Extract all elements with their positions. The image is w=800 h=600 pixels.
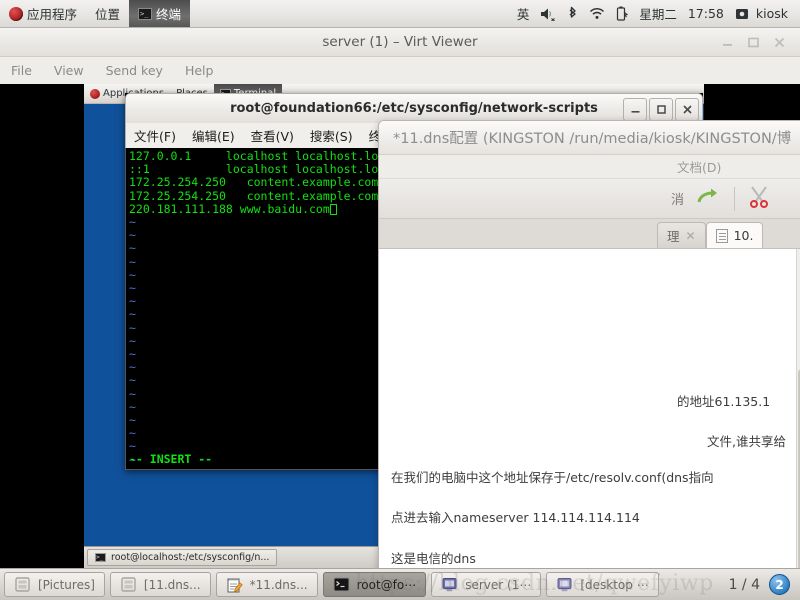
terminal-menu-file[interactable]: 文件(F) bbox=[126, 126, 184, 145]
taskbar-item-11dns-document[interactable]: *11.dns... bbox=[215, 572, 318, 597]
document-line: 在我们的电脑中这个地址保存于/etc/resolv.conf(dns指向 bbox=[391, 470, 714, 486]
taskbar-item-label: [Pictures] bbox=[38, 577, 95, 592]
window-list-item-terminal[interactable]: >_ 终端 bbox=[129, 0, 191, 27]
document-toolbar: 消 bbox=[379, 179, 800, 219]
maximize-icon[interactable] bbox=[649, 97, 673, 121]
page-icon bbox=[715, 228, 728, 243]
guest-taskbar-item[interactable]: >_ root@localhost:/etc/sysconfig/n... bbox=[87, 549, 278, 566]
taskbar-item-label: [11.dns... bbox=[143, 577, 201, 592]
clock-day-label[interactable]: 星期二 bbox=[639, 4, 677, 23]
document-titlebar[interactable]: *11.dns配置 (KINGSTON /run/media/kiosk/KIN… bbox=[379, 121, 800, 155]
document-menubar: 文档(D) bbox=[379, 155, 800, 179]
minimize-icon[interactable] bbox=[721, 36, 734, 49]
terminal-icon bbox=[333, 577, 350, 592]
window-list-item-label: 终端 bbox=[156, 7, 182, 22]
virt-viewer-title: server (1) – Virt Viewer bbox=[322, 34, 478, 50]
clock-time-label[interactable]: 17:58 bbox=[688, 6, 724, 21]
host-top-panel: 应用程序 位置 >_ 终端 英 星期二 17:58 kiosk bbox=[0, 0, 800, 28]
document-scrollbar[interactable] bbox=[796, 249, 800, 568]
vim-line-text: 220.181.111.188 www.baidu.com bbox=[129, 201, 330, 216]
wifi-icon[interactable] bbox=[589, 7, 605, 20]
user-menu[interactable]: kiosk bbox=[735, 6, 788, 21]
terminal-icon: >_ bbox=[138, 7, 153, 20]
guest-taskbar-item-label: root@localhost:/etc/sysconfig/n... bbox=[111, 552, 270, 563]
archive-icon bbox=[120, 577, 137, 592]
virt-viewer-menubar: File View Send key Help bbox=[0, 57, 800, 84]
toolbar-separator bbox=[734, 186, 736, 211]
terminal-titlebar[interactable]: root@foundation66:/etc/sysconfig/network… bbox=[125, 93, 703, 123]
document-tab-selected[interactable]: 10. bbox=[705, 222, 764, 248]
menu-view[interactable]: View bbox=[43, 63, 95, 78]
taskbar-item-label: server (1⋯ bbox=[465, 577, 532, 592]
maximize-icon[interactable] bbox=[747, 36, 760, 49]
bluetooth-icon[interactable] bbox=[567, 6, 578, 21]
workspace-badge[interactable]: 2 bbox=[769, 574, 790, 595]
applications-menu-label: 应用程序 bbox=[27, 7, 78, 22]
taskbar-item-11dns-archive[interactable]: [11.dns... bbox=[109, 572, 211, 597]
archive-icon bbox=[14, 577, 31, 592]
document-tabbar: 理 ✕ 10. bbox=[379, 219, 800, 249]
document-menu-document[interactable]: 文档(D) bbox=[669, 157, 729, 176]
vim-mode-indicator: -- INSERT -- bbox=[129, 451, 213, 466]
input-method-indicator[interactable]: 英 bbox=[517, 4, 530, 23]
close-icon[interactable] bbox=[675, 97, 699, 121]
taskbar-item-desktop[interactable]: [desktop ⋯ bbox=[546, 572, 659, 597]
document-tab-label: 理 bbox=[667, 229, 680, 244]
virt-viewer-window: server (1) – Virt Viewer File View Send … bbox=[0, 28, 800, 568]
applications-menu[interactable]: 应用程序 bbox=[0, 0, 86, 27]
document-content[interactable]: 的地址61.135.1 文件,谁共享给 在我们的电脑中这个地址保存于/etc/r… bbox=[379, 249, 800, 568]
document-line: 的地址61.135.1 bbox=[677, 394, 771, 409]
terminal-icon: >_ bbox=[95, 553, 106, 562]
fedora-logo-icon bbox=[90, 88, 100, 99]
menu-file[interactable]: File bbox=[0, 63, 43, 78]
menu-help[interactable]: Help bbox=[174, 63, 225, 78]
places-menu[interactable]: 位置 bbox=[86, 0, 129, 27]
notepad-icon bbox=[226, 577, 243, 593]
undo-label: 消 bbox=[671, 193, 685, 208]
cut-icon[interactable] bbox=[747, 185, 771, 212]
virt-viewer-window-controls bbox=[721, 28, 794, 57]
user-menu-label: kiosk bbox=[755, 6, 788, 21]
terminal-window-controls bbox=[623, 97, 699, 121]
taskbar-item-terminal[interactable]: root@fo⋯ bbox=[322, 572, 427, 597]
fedora-logo-icon bbox=[9, 6, 23, 21]
terminal-menu-edit[interactable]: 编辑(E) bbox=[184, 126, 243, 145]
close-icon[interactable] bbox=[773, 36, 786, 49]
document-line: 这是电信的dns bbox=[391, 550, 476, 566]
text-cursor bbox=[329, 203, 337, 215]
terminal-title: root@foundation66:/etc/sysconfig/network… bbox=[230, 101, 598, 116]
terminal-menu-search[interactable]: 搜索(S) bbox=[302, 126, 361, 145]
document-line: 点进去输入nameserver 114.114.114.114 bbox=[391, 510, 640, 526]
virt-viewer-titlebar[interactable]: server (1) – Virt Viewer bbox=[0, 28, 800, 57]
volume-muted-icon[interactable] bbox=[540, 7, 556, 21]
minimize-icon[interactable] bbox=[623, 97, 647, 121]
close-icon[interactable]: ✕ bbox=[686, 229, 696, 243]
document-editor-window: *11.dns配置 (KINGSTON /run/media/kiosk/KIN… bbox=[378, 120, 800, 568]
display-icon bbox=[556, 577, 573, 592]
taskbar-item-server[interactable]: server (1⋯ bbox=[431, 572, 542, 597]
document-tab-label: 10. bbox=[733, 228, 754, 243]
document-tab[interactable]: 理 ✕ bbox=[657, 222, 706, 248]
virt-viewer-guest-canvas[interactable]: Applications Places >_ Terminal root@fou… bbox=[0, 84, 800, 568]
pager-label[interactable]: 1 / 4 bbox=[729, 577, 760, 593]
places-menu-label: 位置 bbox=[95, 7, 121, 22]
taskbar-item-label: [desktop ⋯ bbox=[580, 577, 649, 592]
host-taskbar: [Pictures] [11.dns... *11.dns... root@fo… bbox=[0, 568, 800, 600]
taskbar-item-label: *11.dns... bbox=[249, 577, 308, 592]
panel-status-area: 英 星期二 17:58 kiosk bbox=[517, 4, 800, 23]
redo-icon[interactable] bbox=[696, 187, 722, 211]
taskbar-item-pictures[interactable]: [Pictures] bbox=[4, 572, 105, 597]
battery-icon[interactable] bbox=[616, 6, 629, 21]
menu-send-key[interactable]: Send key bbox=[95, 63, 174, 78]
terminal-menu-view[interactable]: 查看(V) bbox=[243, 126, 302, 145]
workspace-pager: 1 / 4 2 bbox=[729, 574, 796, 595]
panel-left-group: 应用程序 位置 >_ 终端 bbox=[0, 0, 191, 27]
taskbar-item-label: root@fo⋯ bbox=[356, 577, 417, 592]
display-icon bbox=[441, 577, 458, 592]
document-line: 文件,谁共享给 bbox=[707, 434, 786, 450]
document-title: *11.dns配置 (KINGSTON /run/media/kiosk/KIN… bbox=[393, 131, 792, 147]
